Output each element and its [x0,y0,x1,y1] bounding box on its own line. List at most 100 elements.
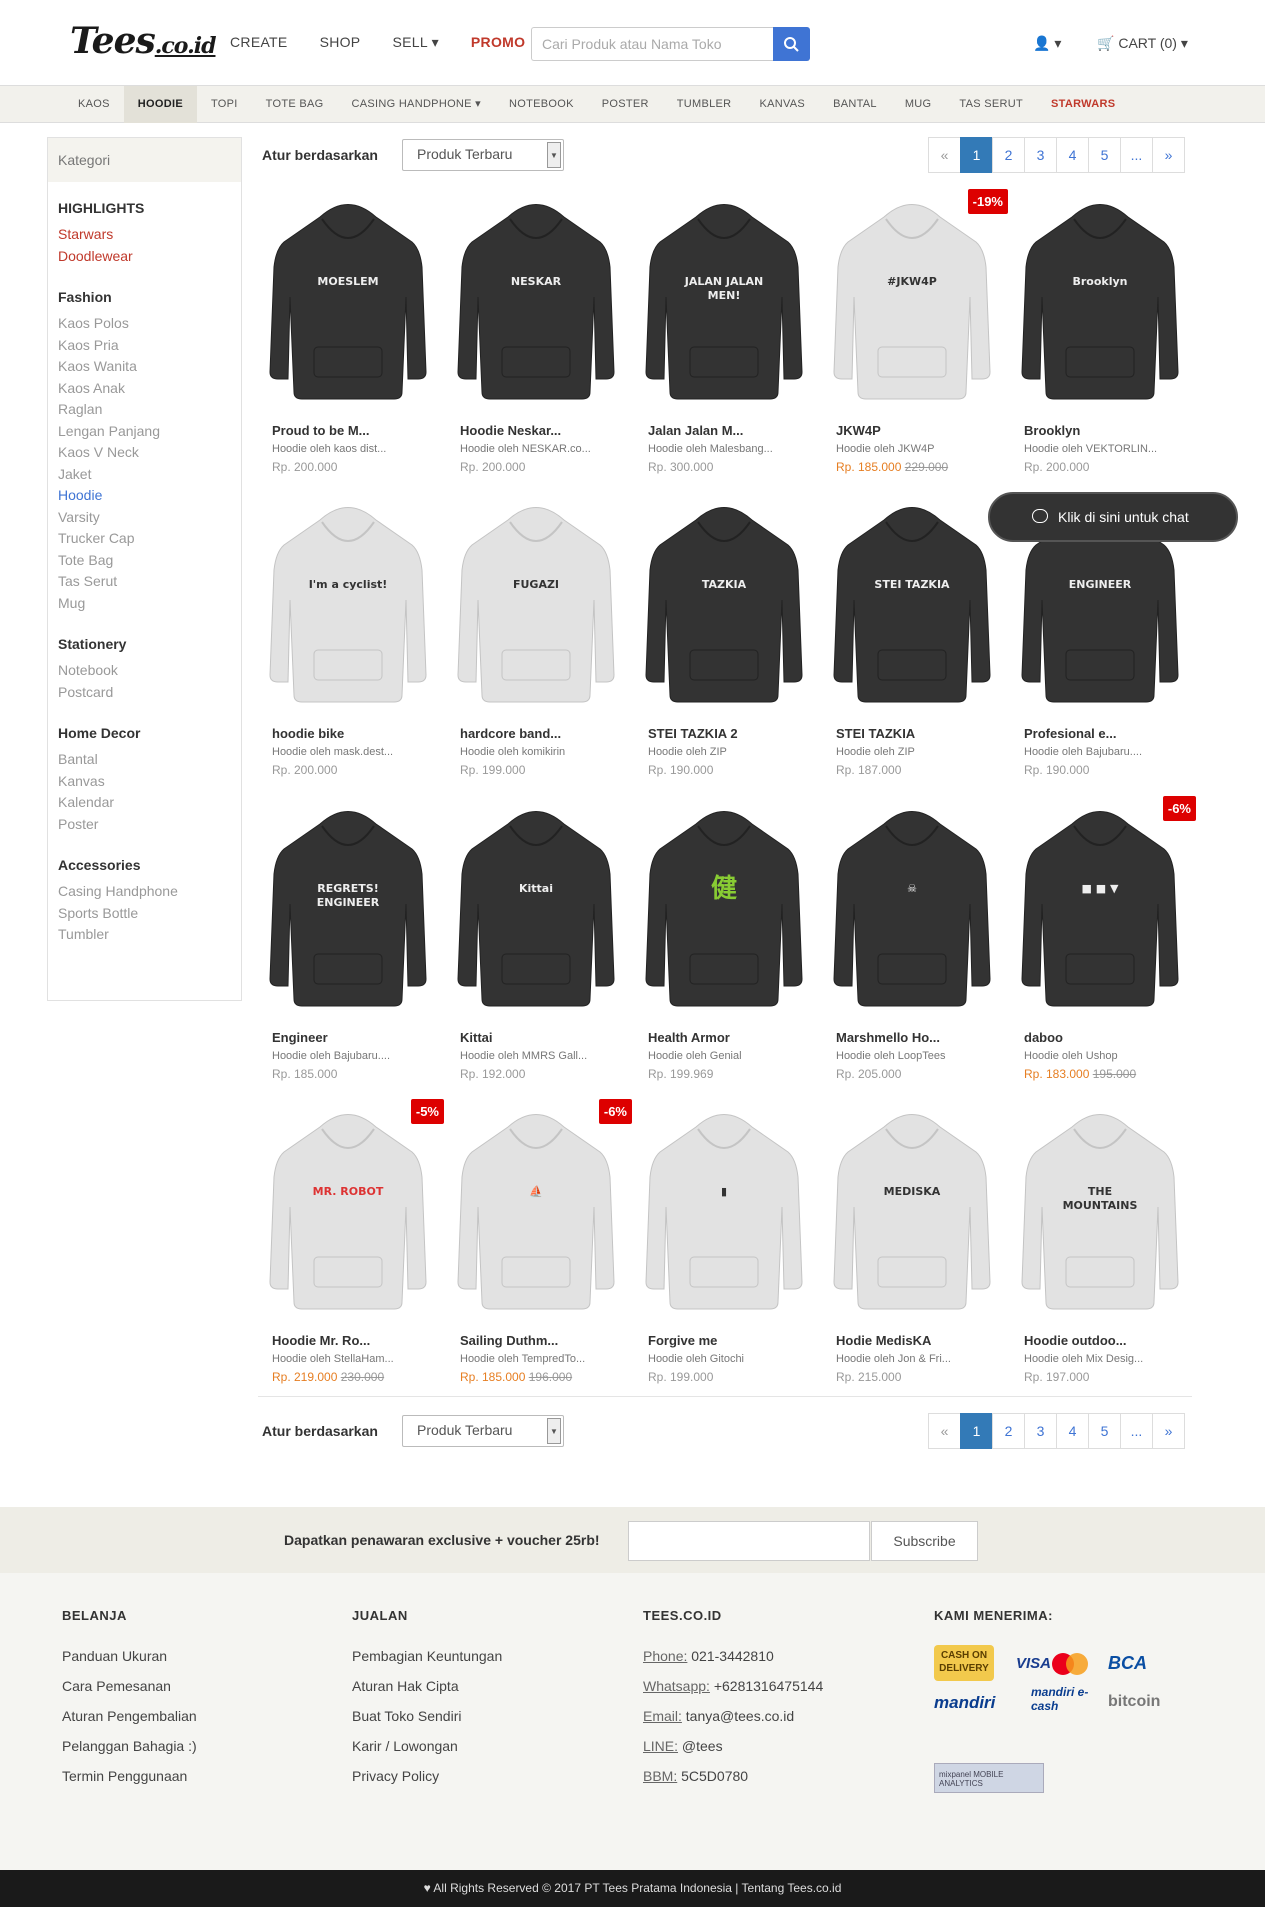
search-button[interactable] [773,27,810,61]
subnav-item-mug[interactable]: MUG [891,86,946,123]
sidebar-item-mug[interactable]: Mug [58,593,241,615]
product-image[interactable]: 健 [638,794,810,1019]
sidebar-item-kalendar[interactable]: Kalendar [58,792,241,814]
subnav-item-tas-serut[interactable]: TAS SERUT [945,86,1037,123]
product-card[interactable]: ☠ Marshmello Ho... Hoodie oleh LoopTees Rp.… [826,794,998,1081]
subnav-item-tote-bag[interactable]: TOTE BAG [252,86,338,123]
footer-link[interactable]: Pelanggan Bahagia :) [62,1731,197,1761]
product-name[interactable]: Marshmello Ho... [836,1030,940,1045]
product-name[interactable]: Hoodie outdoo... [1024,1333,1127,1348]
page-link[interactable]: 3 [1024,1413,1057,1449]
footer-link[interactable]: Panduan Ukuran [62,1641,197,1671]
product-card[interactable]: I'm a cyclist! hoodie bike Hoodie oleh mas… [262,490,434,777]
footer-link[interactable]: Termin Penggunaan [62,1761,197,1791]
product-card[interactable]: REGRETS! ENGINEER Engineer Hoodie oleh Baj… [262,794,434,1081]
product-card[interactable]: Brooklyn Brooklyn Hoodie oleh VEKTORLIN...… [1014,187,1186,474]
sidebar-item-casing-handphone[interactable]: Casing Handphone [58,881,241,903]
product-name[interactable]: Health Armor [648,1030,730,1045]
product-card[interactable]: NESKAR Hoodie Neskar... Hoodie oleh NESKAR… [450,187,622,474]
product-seller[interactable]: Hoodie oleh Bajubaru.... [272,1050,390,1062]
product-card[interactable]: STEI TAZKIA STEI TAZKIA Hoodie oleh ZIP Rp.… [826,490,998,777]
product-card[interactable]: THE MOUNTAINS Hoodie outdoo... Hoodie oleh… [1014,1097,1186,1384]
product-seller[interactable]: Hoodie oleh Bajubaru.... [1024,746,1142,758]
product-seller[interactable]: Hoodie oleh Ushop [1024,1050,1118,1062]
subnav-item-notebook[interactable]: NOTEBOOK [495,86,588,123]
sidebar-item-tas-serut[interactable]: Tas Serut [58,571,241,593]
sidebar-item-tumbler[interactable]: Tumbler [58,924,241,946]
sidebar-item-lengan-panjang[interactable]: Lengan Panjang [58,421,241,443]
page-link[interactable]: 4 [1056,1413,1089,1449]
subnav-item-starwars[interactable]: STARWARS [1037,86,1129,123]
product-name[interactable]: Kittai [460,1030,493,1045]
product-seller[interactable]: Hoodie oleh komikirin [460,746,565,758]
page-link[interactable]: « [928,137,961,173]
product-name[interactable]: STEI TAZKIA 2 [648,726,738,741]
product-name[interactable]: Hoodie Neskar... [460,423,561,438]
search-input[interactable]: Cari Produk atau Nama Toko [531,27,773,61]
product-seller[interactable]: Hoodie oleh Genial [648,1050,742,1062]
product-image[interactable]: STEI TAZKIA [826,490,998,715]
product-seller[interactable]: Hoodie oleh TempredTo... [460,1353,585,1365]
product-seller[interactable]: Hoodie oleh kaos dist... [272,443,386,455]
product-name[interactable]: Hodie MedisKA [836,1333,931,1348]
sidebar-item-kaos-anak[interactable]: Kaos Anak [58,378,241,400]
product-image[interactable]: FUGAZI [450,490,622,715]
product-image[interactable]: TAZKIA [638,490,810,715]
product-image[interactable]: Brooklyn [1014,187,1186,412]
product-card[interactable]: MR. ROBOT -5% Hoodie Mr. Ro... Hoodie oleh … [262,1097,444,1384]
product-seller[interactable]: Hoodie oleh Mix Desig... [1024,1353,1143,1365]
page-link[interactable]: 2 [992,1413,1025,1449]
product-seller[interactable]: Hoodie oleh Malesbang... [648,443,773,455]
page-link[interactable]: 4 [1056,137,1089,173]
product-card[interactable]: ⛵ -6% Sailing Duthm... Hoodie oleh TempredT… [450,1097,632,1384]
product-seller[interactable]: Hoodie oleh VEKTORLIN... [1024,443,1157,455]
product-seller[interactable]: Hoodie oleh NESKAR.co... [460,443,591,455]
product-name[interactable]: Engineer [272,1030,328,1045]
product-card[interactable]: TAZKIA STEI TAZKIA 2 Hoodie oleh ZIP Rp. 19… [638,490,810,777]
page-link[interactable]: 2 [992,137,1025,173]
page-link[interactable]: 5 [1088,1413,1121,1449]
product-seller[interactable]: Hoodie oleh ZIP [836,746,915,758]
nav-shop[interactable]: SHOP [320,34,361,51]
sidebar-item-postcard[interactable]: Postcard [58,682,241,704]
page-link[interactable]: « [928,1413,961,1449]
subscribe-button[interactable]: Subscribe [871,1521,978,1561]
product-card[interactable]: Kittai Kittai Hoodie oleh MMRS Gall... Rp. … [450,794,622,1081]
footer-link[interactable]: Pembagian Keuntungan [352,1641,502,1671]
site-logo[interactable]: Tees.co.id [70,20,216,62]
product-name[interactable]: Hoodie Mr. Ro... [272,1333,370,1348]
footer-link[interactable]: Buat Toko Sendiri [352,1701,502,1731]
page-link[interactable]: 3 [1024,137,1057,173]
product-card[interactable]: 健 Health Armor Hoodie oleh Genial Rp. 199.9… [638,794,810,1081]
product-name[interactable]: Sailing Duthm... [460,1333,558,1348]
product-seller[interactable]: Hoodie oleh JKW4P [836,443,934,455]
footer-link[interactable]: Karir / Lowongan [352,1731,502,1761]
nav-sell[interactable]: SELL ▾ [392,34,438,51]
subnav-item-hoodie[interactable]: HOODIE [123,86,197,123]
sort-select[interactable]: Produk Terbaru ▼ [402,139,564,171]
sidebar-item-varsity[interactable]: Varsity [58,507,241,529]
sidebar-item-kaos-wanita[interactable]: Kaos Wanita [58,356,241,378]
product-image[interactable]: THE MOUNTAINS [1014,1097,1186,1322]
footer-link[interactable]: Cara Pemesanan [62,1671,197,1701]
product-name[interactable]: Brooklyn [1024,423,1080,438]
subnav-item-kanvas[interactable]: KANVAS [745,86,819,123]
sidebar-item-kaos-v-neck[interactable]: Kaos V Neck [58,442,241,464]
cart-button[interactable]: 🛒 CART (0) ▾ [1097,35,1188,52]
product-image[interactable]: MR. ROBOT [262,1097,434,1322]
product-name[interactable]: Proud to be M... [272,423,370,438]
page-link[interactable]: » [1152,1413,1185,1449]
product-seller[interactable]: Hoodie oleh LoopTees [836,1050,945,1062]
product-image[interactable]: I'm a cyclist! [262,490,434,715]
product-seller[interactable]: Hoodie oleh Jon & Fri... [836,1353,951,1365]
product-card[interactable]: FUGAZI hardcore band... Hoodie oleh komiki… [450,490,622,777]
product-seller[interactable]: Hoodie oleh Gitochi [648,1353,744,1365]
subnav-item-kaos[interactable]: KAOS [64,86,124,123]
product-card[interactable]: MEDISKA Hodie MedisKA Hoodie oleh Jon & Fr… [826,1097,998,1384]
product-image[interactable]: ☠ [826,794,998,1019]
user-menu[interactable]: 👤 ▾ [1033,35,1061,52]
product-image[interactable]: ▮ [638,1097,810,1322]
product-name[interactable]: daboo [1024,1030,1063,1045]
footer-link[interactable]: Privacy Policy [352,1761,502,1791]
product-name[interactable]: hoodie bike [272,726,344,741]
